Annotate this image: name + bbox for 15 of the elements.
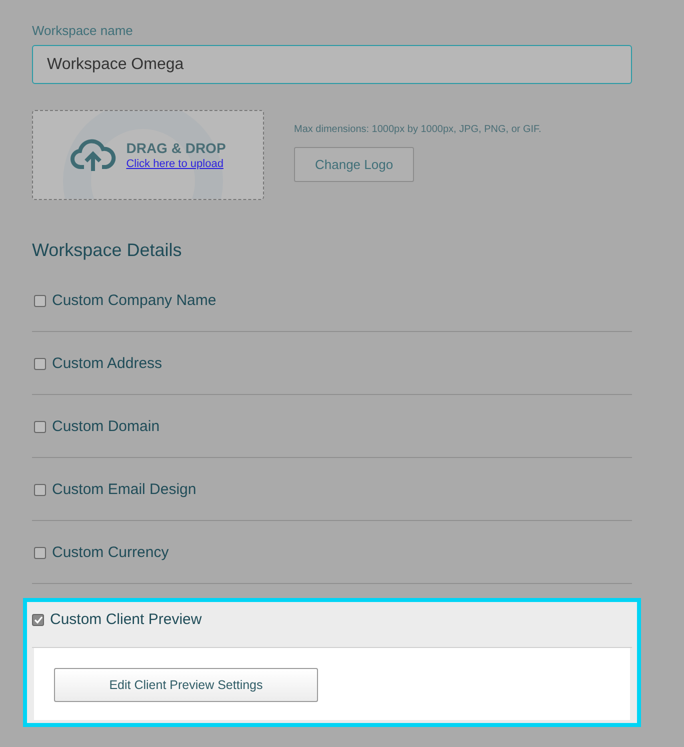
drop-zone[interactable]: DRAG & DROP Click here to upload xyxy=(32,110,264,200)
drop-title: DRAG & DROP xyxy=(126,140,226,156)
option-label: Custom Company Name xyxy=(52,292,216,308)
option-label: Custom Email Design xyxy=(52,480,196,498)
option-label: Custom Domain xyxy=(52,418,160,434)
upload-link[interactable]: Click here to upload xyxy=(126,158,226,170)
section-heading: Workspace Details xyxy=(32,240,183,261)
field-label: Workspace name xyxy=(32,23,134,38)
option-label: Custom Address xyxy=(52,354,162,372)
edit-settings-button[interactable]: Edit Client Preview Settings xyxy=(54,668,318,702)
change-logo-button[interactable]: Change Logo xyxy=(294,147,414,182)
dimensions-hint: Max dimensions: 1000px by 1000px, JPG, PNG, or GIF. xyxy=(294,124,542,135)
option-label: Custom Currency xyxy=(52,544,169,560)
option-label: Custom Client Preview xyxy=(50,611,202,628)
workspace-name-input[interactable]: Workspace Omega xyxy=(32,45,632,84)
